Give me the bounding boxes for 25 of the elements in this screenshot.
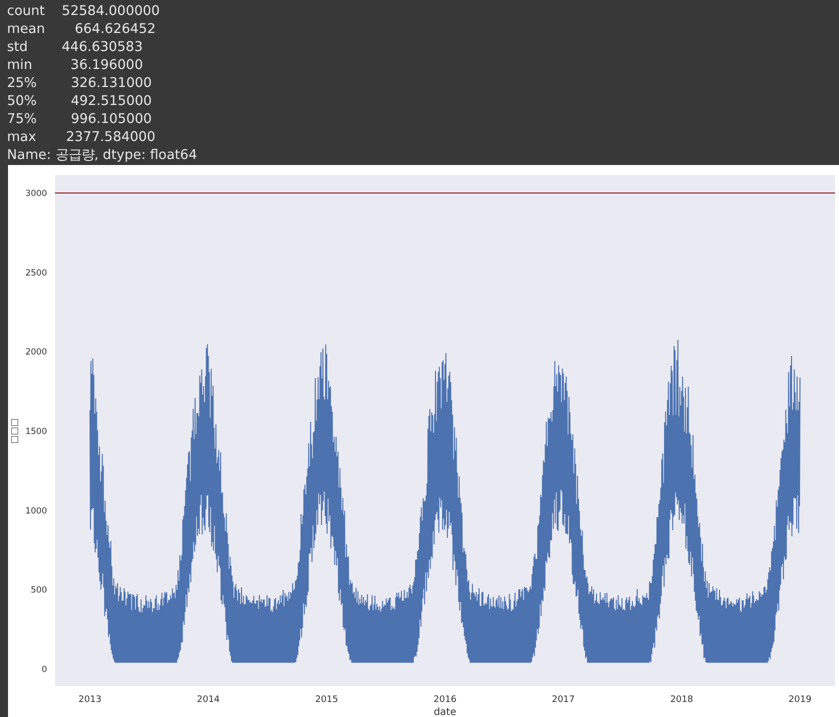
output-line: 25% 326.131000 [7,75,152,93]
x-tick-label: 2014 [196,695,220,705]
output-line: count 52584.000000 [7,3,160,21]
y-tick-label: 0 [42,665,47,675]
y-tick-label: 3000 [25,189,47,199]
y-tick-label: 2500 [25,268,47,278]
x-tick-label: 2018 [670,695,694,705]
output-line: min 36.196000 [7,57,143,75]
x-axis-label: date [434,707,456,717]
output-line: 75% 996.105000 [7,111,152,129]
output-line: 50% 492.515000 [7,93,152,111]
y-tick-label: 500 [30,586,47,596]
x-tick-label: 2016 [434,695,456,705]
x-tick-label: 2017 [552,695,575,705]
output-line: Name: 공급량, dtype: float64 [7,147,198,165]
y-tick-label: 2000 [25,348,47,358]
y-tick-label: 1000 [25,506,47,516]
output-line: max 2377.584000 [7,129,156,147]
output-line: mean 664.626452 [7,21,156,39]
x-tick-label: 2013 [78,695,102,705]
x-tick-label: 2015 [315,695,338,705]
x-tick-label: 2019 [788,695,812,705]
y-axis-label: □□□ [10,418,20,444]
output-line: std 446.630583 [7,39,143,57]
y-tick-label: 1500 [25,427,47,437]
